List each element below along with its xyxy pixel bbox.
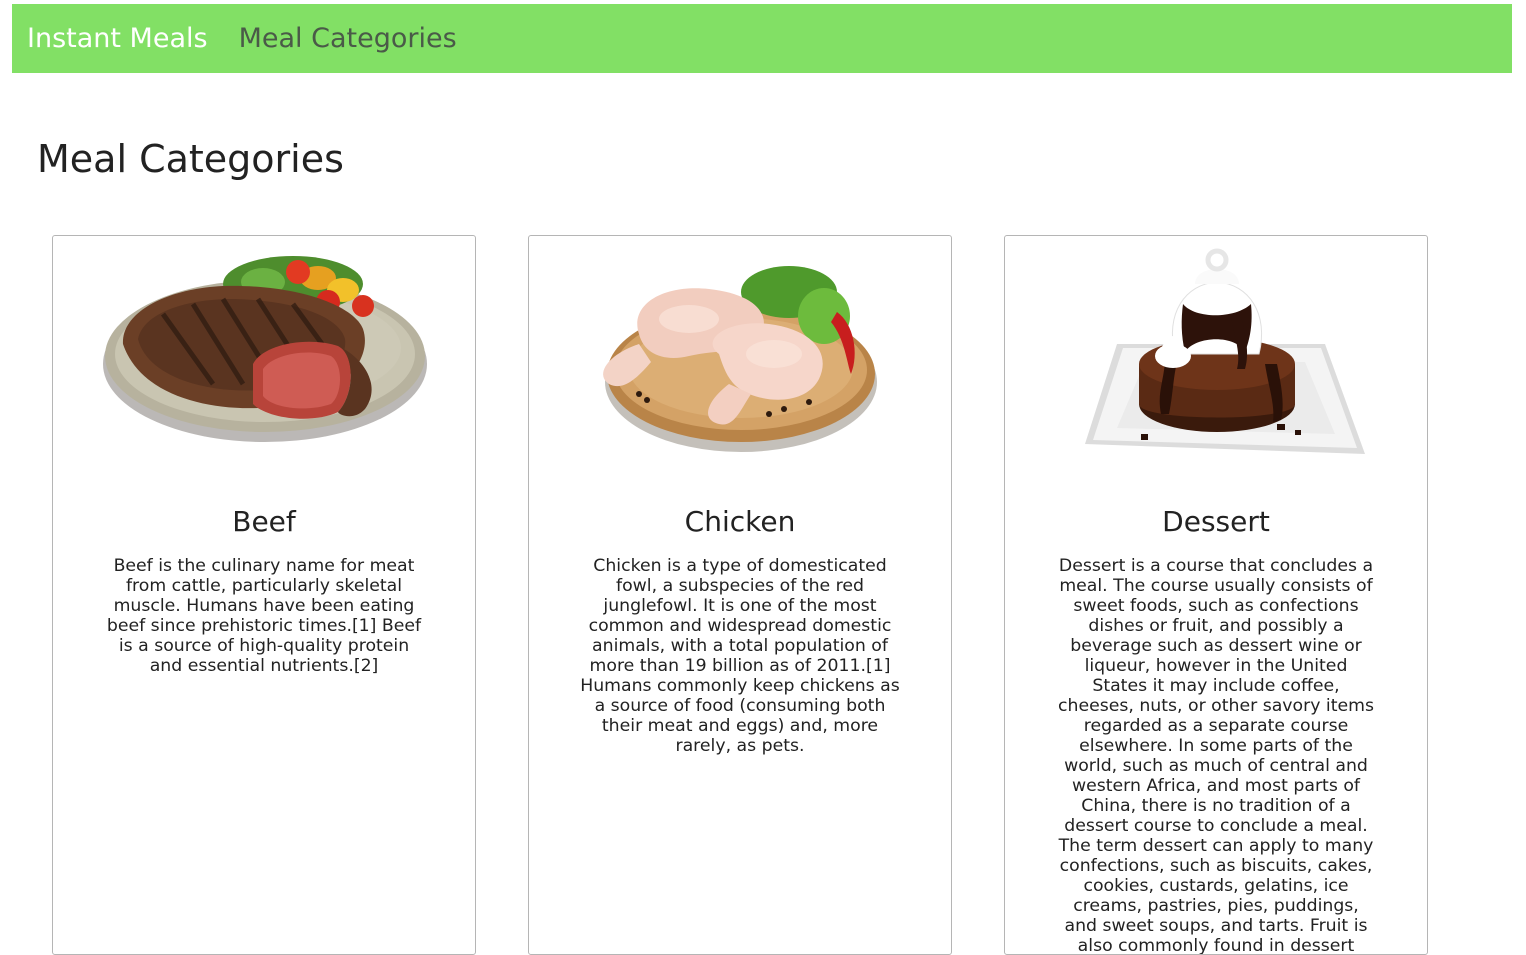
card-description: Dessert is a course that concludes a mea… (1058, 556, 1374, 955)
card-title: Beef (232, 505, 296, 538)
category-card-beef[interactable]: Beef Beef is the culinary name for meat … (52, 235, 476, 955)
page-title: Meal Categories (37, 137, 344, 181)
card-description: Chicken is a type of domesticated fowl, … (580, 556, 900, 756)
card-description: Beef is the culinary name for meat from … (106, 556, 422, 676)
category-card-dessert[interactable]: Dessert Dessert is a course that conclud… (1004, 235, 1428, 955)
nav-link-meal-categories[interactable]: Meal Categories (239, 23, 457, 54)
brand-link[interactable]: Instant Meals (27, 23, 208, 54)
beef-steak-plate-icon (93, 244, 437, 464)
chocolate-dessert-plate-icon (1045, 244, 1389, 464)
card-title: Dessert (1162, 505, 1270, 538)
category-card-chicken[interactable]: Chicken Chicken is a type of domesticate… (528, 235, 952, 955)
top-navbar: Instant Meals Meal Categories (12, 4, 1512, 73)
card-title: Chicken (684, 505, 796, 538)
chicken-legs-board-icon (569, 244, 913, 464)
